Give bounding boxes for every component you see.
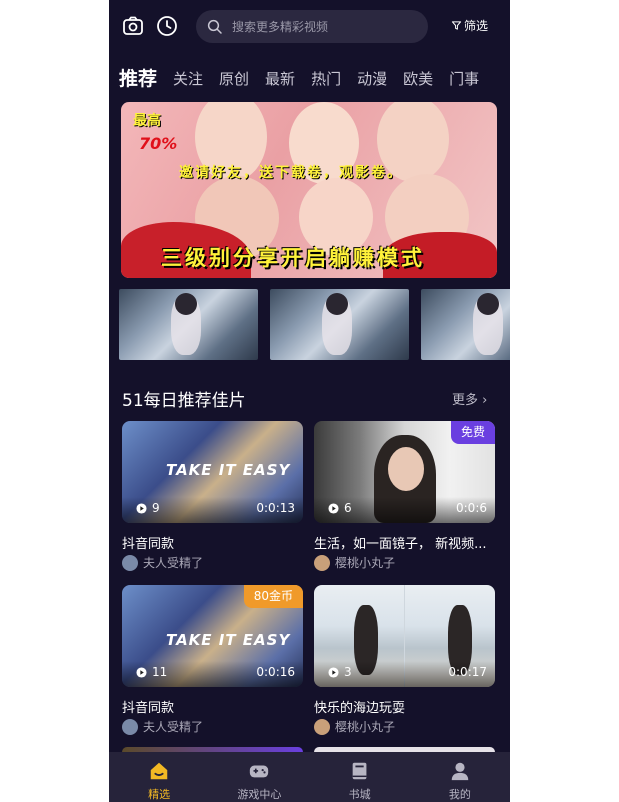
author-name: 夫人受精了 (143, 720, 204, 734)
author-name: 樱桃小丸子 (335, 720, 396, 734)
author[interactable]: 夫人受精了 (122, 718, 203, 735)
nav-label: 精选 (148, 788, 171, 801)
video-thumbnail[interactable]: 3 0:0:17 (314, 585, 495, 687)
author-name: 夫人受精了 (143, 556, 204, 570)
thumbnail-artwork: TAKE IT EASY (166, 631, 291, 649)
nav-item-featured[interactable]: 精选 (109, 752, 209, 802)
nav-label: 我的 (448, 788, 471, 801)
view-count: 3 (328, 665, 352, 679)
tab-recommend[interactable]: 推荐 (119, 64, 165, 94)
banner-text-middle: 邀请好友，送下载卷，观影卷。 (179, 165, 403, 181)
view-count: 11 (136, 665, 167, 679)
tab-western[interactable]: 欧美 (395, 64, 441, 94)
author[interactable]: 樱桃小丸子 (314, 554, 395, 571)
view-count-text: 9 (152, 501, 160, 515)
more-link[interactable]: 更多 › (452, 389, 487, 408)
video-card[interactable]: 免费 6 0:0:6 生活，如一面镜子， 新视频... 樱桃小丸子 (314, 421, 495, 571)
banner-text-bottom: 三级别分享开启躺赚模式 (161, 246, 425, 270)
nav-item-game-center[interactable]: 游戏中心 (209, 752, 309, 802)
filter-button[interactable]: 筛选 (451, 17, 488, 34)
view-count-text: 6 (344, 501, 352, 515)
banner-text-percent: 70% (139, 134, 178, 153)
video-title[interactable]: 快乐的海边玩耍 (314, 697, 495, 716)
nav-label: 游戏中心 (237, 788, 282, 801)
tab-anime[interactable]: 动漫 (349, 64, 395, 94)
chevron-right-icon: › (482, 393, 488, 408)
video-thumbnail[interactable]: TAKE IT EASY 9 0:0:13 (122, 421, 303, 523)
view-count: 9 (136, 501, 160, 515)
app-screen: 筛选 推荐 关注 原创 最新 热门 动漫 欧美 门事 最高 70% 邀请好友，送… (109, 0, 510, 802)
view-count-text: 3 (344, 665, 352, 679)
camera-icon[interactable] (121, 14, 145, 38)
tab-original[interactable]: 原创 (211, 64, 257, 94)
bottom-nav: 精选 游戏中心 书城 我的 (109, 752, 510, 802)
nav-item-profile[interactable]: 我的 (410, 752, 510, 802)
promo-banner[interactable]: 最高 70% 邀请好友，送下载卷，观影卷。 三级别分享开启躺赚模式 (121, 102, 497, 278)
avatar (122, 554, 138, 571)
view-count: 6 (328, 501, 352, 515)
play-icon (136, 666, 147, 678)
video-title[interactable]: 抖音同款 (122, 697, 303, 716)
tab-scandal[interactable]: 门事 (441, 64, 487, 94)
video-thumbnail[interactable]: TAKE IT EASY 80金币 11 0:0:16 (122, 585, 303, 687)
thumbnail-artwork (388, 447, 424, 491)
search-bar[interactable] (196, 10, 428, 43)
duration: 0:0:6 (456, 501, 487, 515)
book-icon (352, 762, 367, 780)
search-input[interactable] (232, 10, 422, 43)
author-name: 樱桃小丸子 (335, 556, 396, 570)
video-thumbnail[interactable]: 免费 6 0:0:6 (314, 421, 495, 523)
top-bar: 筛选 (109, 0, 510, 52)
nav-item-bookstore[interactable]: 书城 (310, 752, 410, 802)
video-card[interactable]: 3 0:0:17 快乐的海边玩耍 樱桃小丸子 (314, 585, 495, 735)
filter-label: 筛选 (464, 19, 489, 33)
gamepad-icon (250, 765, 269, 778)
view-count-text: 11 (152, 665, 168, 679)
duration: 0:0:17 (448, 665, 487, 679)
nav-label: 书城 (348, 788, 371, 801)
avatar (122, 718, 138, 735)
history-clock-icon[interactable] (155, 14, 179, 38)
category-tabs: 推荐 关注 原创 最新 热门 动漫 欧美 门事 (119, 64, 487, 94)
thumbnail-artwork: TAKE IT EASY (166, 461, 291, 479)
play-icon (328, 666, 339, 678)
section-title: 51每日推荐佳片 (122, 391, 246, 411)
avatar (314, 718, 330, 735)
user-icon (451, 762, 469, 781)
search-icon (207, 19, 222, 34)
author[interactable]: 夫人受精了 (122, 554, 203, 571)
thumbnail[interactable] (119, 289, 258, 360)
video-card[interactable]: TAKE IT EASY 80金币 11 0:0:16 抖音同款 夫人受精了 (122, 585, 303, 735)
duration: 0:0:13 (256, 501, 295, 515)
coin-price-badge: 80金币 (243, 585, 303, 608)
home-icon (150, 762, 168, 780)
banner-text-top: 最高 (133, 113, 161, 129)
thumbnail[interactable] (270, 289, 409, 360)
more-label: 更多 (452, 393, 479, 408)
thumbnail-strip (119, 289, 510, 360)
author[interactable]: 樱桃小丸子 (314, 718, 395, 735)
play-icon (136, 502, 147, 514)
video-title[interactable]: 生活，如一面镜子， 新视频... (314, 533, 495, 552)
video-card[interactable]: TAKE IT EASY 9 0:0:13 抖音同款 夫人受精了 (122, 421, 303, 571)
tab-latest[interactable]: 最新 (257, 64, 303, 94)
play-icon (328, 502, 339, 514)
tab-hot[interactable]: 热门 (303, 64, 349, 94)
filter-icon (451, 21, 462, 30)
free-badge: 免费 (450, 421, 495, 444)
avatar (314, 554, 330, 571)
duration: 0:0:16 (256, 665, 295, 679)
tab-follow[interactable]: 关注 (165, 64, 211, 94)
video-title[interactable]: 抖音同款 (122, 533, 303, 552)
thumbnail[interactable] (421, 289, 510, 360)
